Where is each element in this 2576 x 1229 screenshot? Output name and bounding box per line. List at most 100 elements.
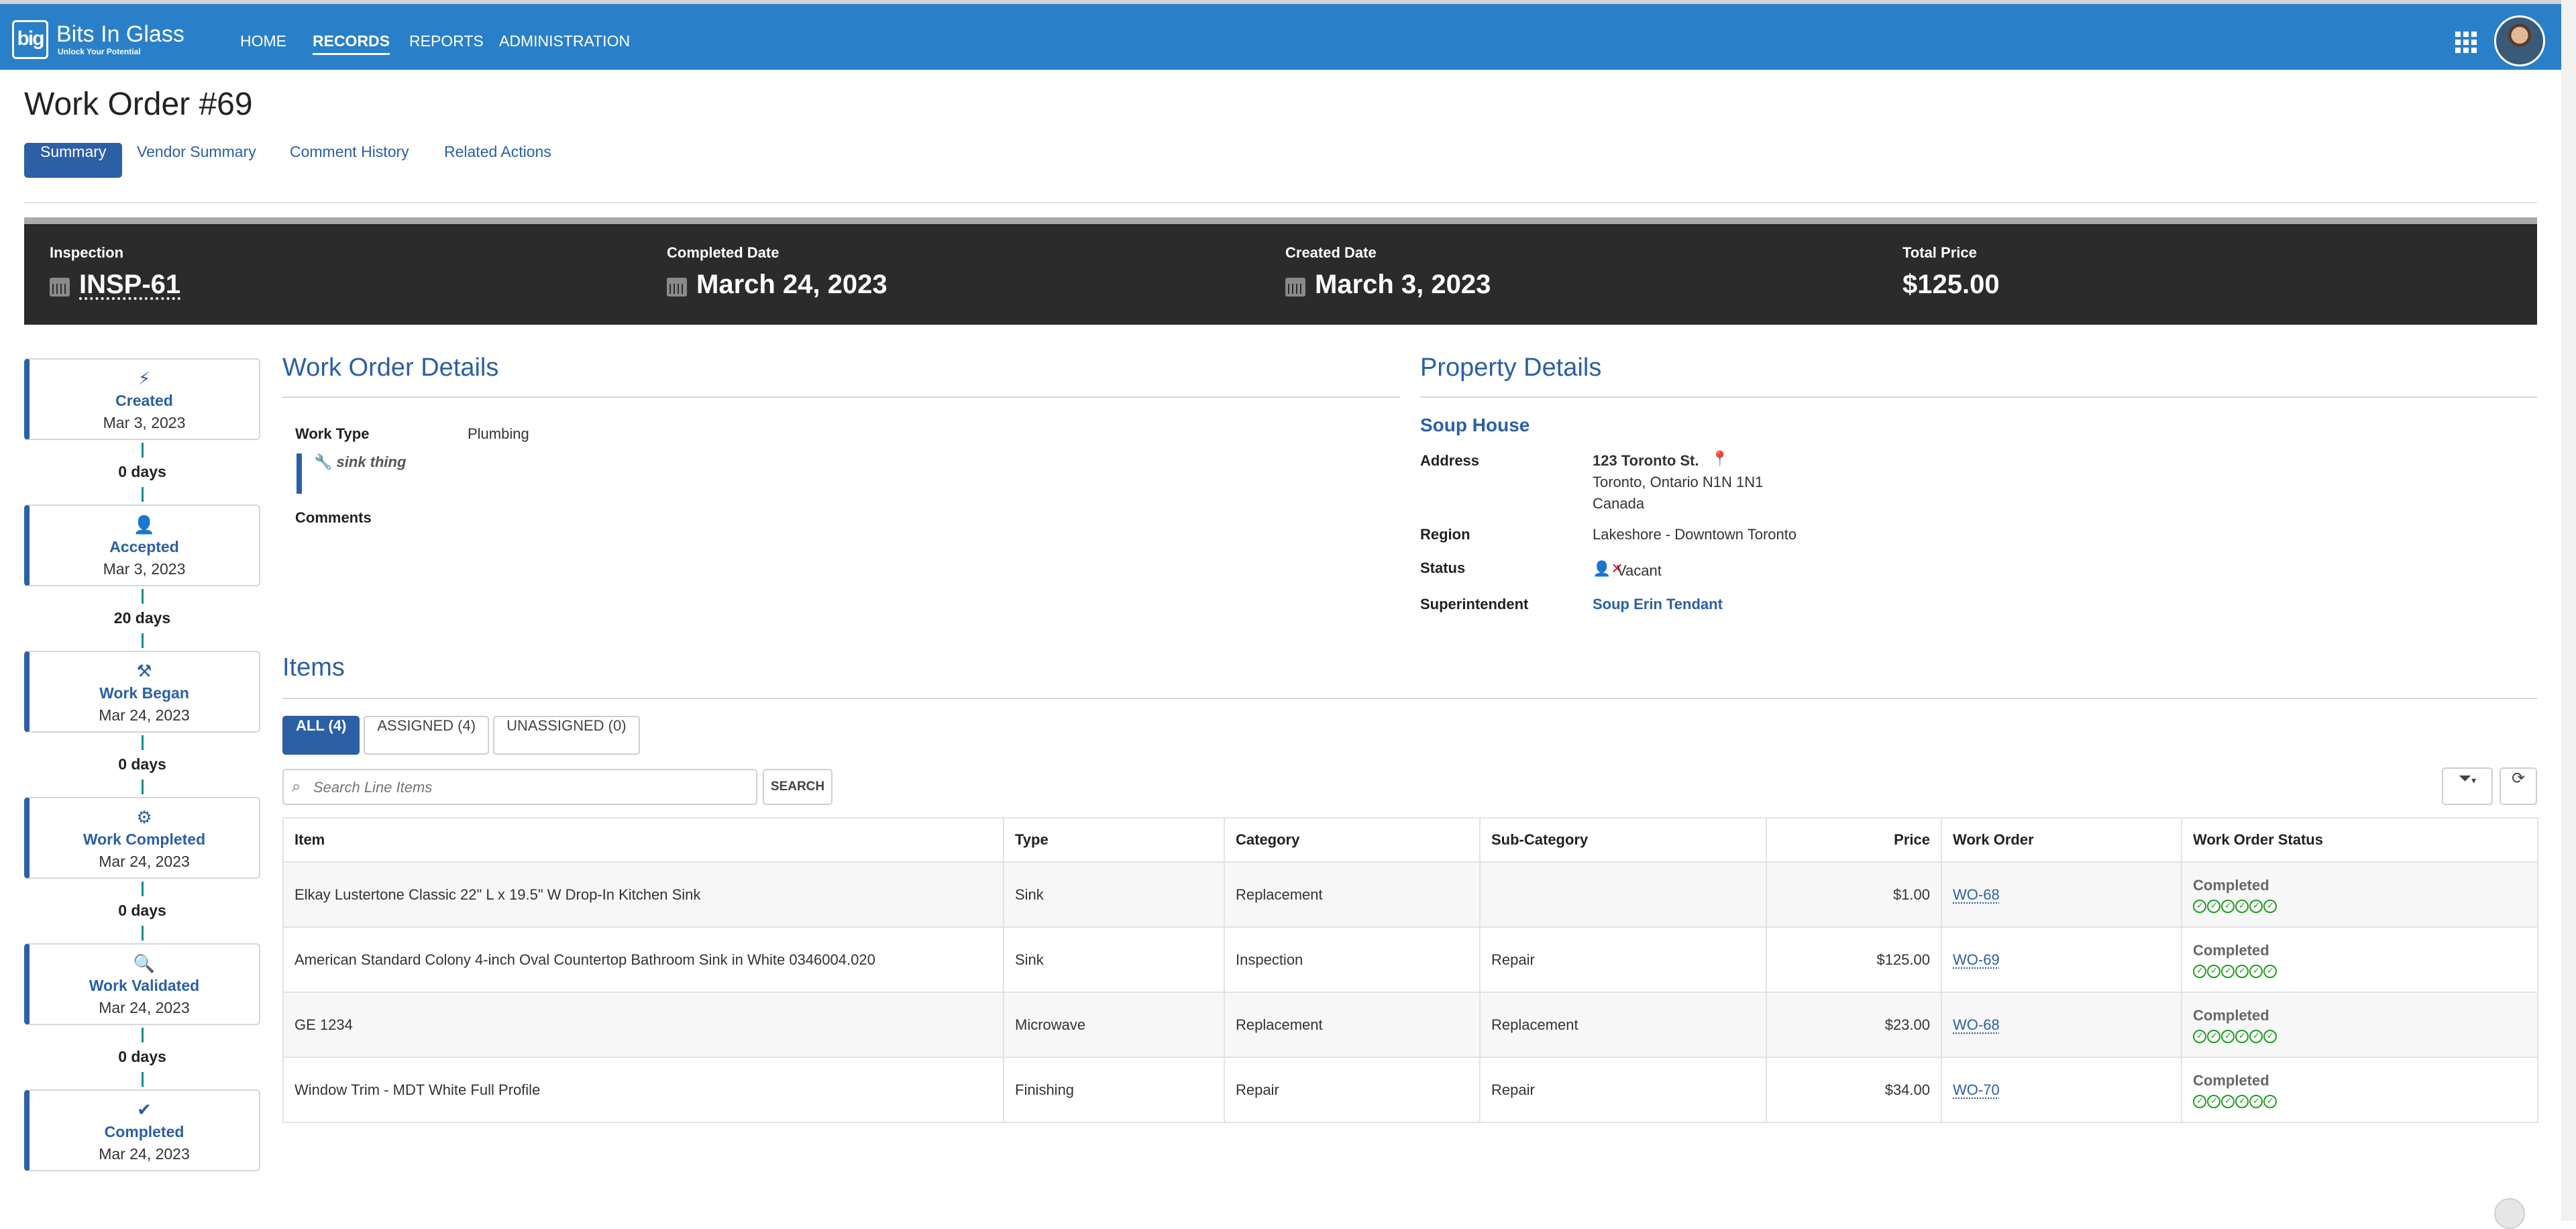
section-divider (282, 698, 2537, 699)
cell-type: Microwave (1003, 992, 1225, 1058)
work-order-link[interactable]: WO-70 (1953, 1081, 2000, 1098)
section-divider (1420, 396, 2537, 398)
column-header-category[interactable]: Category (1224, 817, 1481, 863)
tab-comment-history[interactable]: Comment History (290, 143, 409, 178)
item-filter-tabs: ALL (4) ASSIGNED (4) UNASSIGNED (0) (282, 716, 640, 755)
hammer-icon: ⚒ (136, 661, 152, 682)
status-text: Completed (2193, 1071, 2269, 1089)
kpi-band: Inspection INSP-61 Completed Date March … (24, 224, 2537, 325)
kpi-value: March 24, 2023 (696, 270, 888, 299)
search-input[interactable] (312, 777, 751, 798)
refresh-icon: ⟳ (2511, 769, 2526, 788)
cell-work-order: WO-69 (1941, 926, 2182, 993)
timeline-connector (142, 926, 144, 941)
filter-all[interactable]: ALL (4) (282, 716, 360, 755)
column-header-item[interactable]: Item (282, 817, 1004, 863)
cell-category: Inspection (1224, 926, 1481, 993)
page-scrollbar[interactable] (2561, 0, 2576, 1221)
cell-subcategory: Repair (1479, 926, 1767, 993)
column-header-price[interactable]: Price (1766, 817, 1942, 863)
table-row: Window Trim - MDT White Full Profile Fin… (282, 1057, 2538, 1123)
timeline-connector (142, 487, 144, 502)
status-label: Status (1420, 559, 1466, 576)
search-icon: ⌕ (292, 777, 301, 796)
nav-reports[interactable]: REPORTS (409, 32, 484, 50)
search-icon: 🔍 (133, 954, 156, 974)
timeline-step-accepted: 👤 Accepted Mar 3, 2023 (24, 504, 260, 586)
column-header-work-order[interactable]: Work Order (1941, 817, 2182, 863)
cell-work-order: WO-68 (1941, 992, 2182, 1058)
tab-related-actions[interactable]: Related Actions (444, 143, 551, 178)
status-text: Completed (2193, 1006, 2269, 1024)
kpi-band-top-border (24, 217, 2537, 224)
kpi-label: Inspection (50, 244, 124, 261)
column-header-type[interactable]: Type (1003, 817, 1225, 863)
cell-subcategory (1479, 861, 1767, 928)
cell-category: Replacement (1224, 992, 1481, 1058)
cell-status: Completed ✓ ✓ ✓ ✓ ✓ ✓ (2181, 992, 2538, 1058)
timeline-gap: 20 days (24, 586, 260, 651)
cell-item: GE 1234 (282, 992, 1004, 1058)
nav-records[interactable]: RECORDS (313, 32, 390, 55)
filter-unassigned[interactable]: UNASSIGNED (0) (493, 716, 640, 755)
status-text: Completed (2193, 941, 2269, 959)
map-marker-icon[interactable]: 📍 (1711, 451, 1729, 468)
nav-administration[interactable]: ADMINISTRATION (499, 32, 630, 50)
tab-summary[interactable]: Summary (24, 143, 123, 178)
cell-item: American Standard Colony 4-inch Oval Cou… (282, 926, 1004, 993)
brand-logo[interactable]: big (12, 20, 48, 59)
timeline-step-title: Created (115, 392, 173, 409)
timeline-connector (142, 780, 144, 794)
timeline-connector (142, 1072, 144, 1087)
filter-dropdown-button[interactable]: ⏷▾ (2442, 767, 2493, 805)
superintendent-link[interactable]: Soup Erin Tendant (1593, 596, 1723, 613)
cell-price: $34.00 (1766, 1057, 1942, 1123)
user-plus-icon: 👤 (133, 515, 156, 535)
filter-assigned[interactable]: ASSIGNED (4) (364, 716, 490, 755)
work-order-link[interactable]: WO-68 (1953, 886, 2000, 903)
region-label: Region (1420, 526, 1470, 543)
timeline-step-work-began: ⚒ Work Began Mar 24, 2023 (24, 651, 260, 733)
work-order-link[interactable]: WO-68 (1953, 1016, 2000, 1033)
tabs-divider (24, 202, 2537, 203)
timeline-gap-days: 20 days (113, 609, 171, 627)
timeline-connector (142, 735, 144, 750)
cell-subcategory: Repair (1479, 1057, 1767, 1123)
calendar-icon (1285, 274, 1305, 297)
top-navbar: big Bits In Glass Unlock Your Potential … (0, 4, 2561, 70)
grid-icon[interactable] (2455, 32, 2477, 53)
timeline-gap: 0 days (24, 879, 260, 943)
timeline-step-work-validated: 🔍 Work Validated Mar 24, 2023 (24, 943, 260, 1025)
column-header-work-order-status[interactable]: Work Order Status (2181, 817, 2538, 863)
search-button[interactable]: SEARCH (763, 769, 833, 805)
cell-type: Sink (1003, 861, 1225, 928)
comments-label: Comments (295, 509, 372, 526)
property-name-link[interactable]: Soup House (1420, 415, 1529, 436)
timeline-step-title: Work Validated (89, 977, 200, 994)
items-title: Items (282, 653, 345, 682)
address-line1: 123 Toronto St. (1593, 452, 1699, 469)
kpi-value: $125.00 (1902, 270, 2000, 299)
timeline-connector (142, 881, 144, 896)
timeline-step-title: Work Began (99, 684, 189, 702)
nav-home[interactable]: HOME (240, 32, 286, 50)
work-order-note: 🔧 sink thing (297, 453, 406, 494)
user-avatar[interactable] (2494, 15, 2545, 66)
refresh-button[interactable]: ⟳ (2500, 767, 2537, 805)
cell-status: Completed ✓ ✓ ✓ ✓ ✓ ✓ (2181, 861, 2538, 928)
table-row: American Standard Colony 4-inch Oval Cou… (282, 926, 2538, 993)
cell-price: $125.00 (1766, 926, 1942, 993)
timeline-connector (142, 443, 144, 458)
floating-action-button[interactable] (2494, 1198, 2525, 1229)
inspection-link[interactable]: INSP-61 (79, 270, 180, 300)
tab-vendor-summary[interactable]: Vendor Summary (137, 143, 256, 178)
calendar-icon (50, 274, 70, 297)
cell-type: Sink (1003, 926, 1225, 993)
cell-work-order: WO-70 (1941, 1057, 2182, 1123)
work-order-link[interactable]: WO-69 (1953, 951, 2000, 968)
timeline-step-title: Work Completed (83, 831, 206, 848)
column-header-subcategory[interactable]: Sub-Category (1479, 817, 1767, 863)
wrench-icon: 🔧 (314, 454, 333, 471)
timeline-step-date: Mar 24, 2023 (99, 706, 190, 724)
section-divider (282, 396, 1400, 398)
